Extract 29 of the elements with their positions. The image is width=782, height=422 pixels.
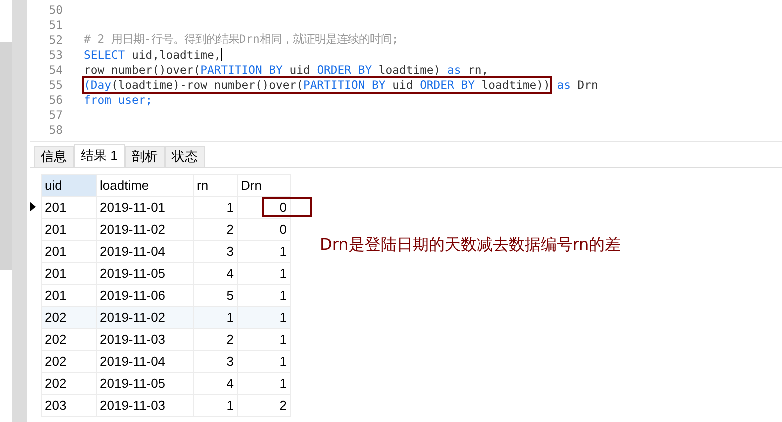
table-cell: 1 — [194, 394, 238, 416]
annotation-text: Drn是登陆日期的天数减去数据编号rn的差 — [320, 235, 622, 256]
code-line: as Drn — [556, 78, 598, 92]
result-tab[interactable]: 信息 — [34, 146, 74, 167]
table-cell: 203 — [42, 394, 96, 416]
highlight-box: (Day(loadtime)-row number()over(PARTITION BY uid ORDER BY loadtime)) — [84, 78, 550, 92]
code-line: SELECT uid,loadtime, — [84, 48, 222, 62]
line-number: 54 — [48, 62, 64, 76]
line-number: 50 — [48, 2, 64, 16]
line-number: 52 — [48, 32, 64, 46]
result-tab[interactable]: 剖析 — [124, 146, 165, 167]
line-number: 51 — [48, 18, 64, 32]
result-tab[interactable]: 结果 1 — [74, 144, 125, 167]
column-header[interactable]: Drn — [238, 174, 290, 196]
highlight-box — [262, 197, 312, 217]
column-header[interactable]: loadtime — [96, 174, 194, 196]
result-tab[interactable]: 状态 — [164, 146, 205, 167]
code-line: row number()over(PARTITION BY uid ORDER BY loadtime) as rn, — [84, 62, 489, 76]
line-number: 58 — [48, 122, 64, 136]
code-line: # 2 用日期-行号。得到的结果Drn相同，就证明是连续的时间; — [84, 32, 399, 47]
column-header[interactable]: uid — [42, 174, 96, 196]
table-cell: 2019-11-03 — [96, 394, 194, 416]
table-cell: 2 — [238, 394, 290, 416]
column-header[interactable]: rn — [194, 174, 238, 196]
line-number: 57 — [48, 108, 64, 122]
line-number: 53 — [48, 48, 64, 62]
line-number: 55 — [48, 78, 64, 92]
line-number: 56 — [48, 92, 64, 106]
code-line: from user; — [84, 92, 153, 106]
